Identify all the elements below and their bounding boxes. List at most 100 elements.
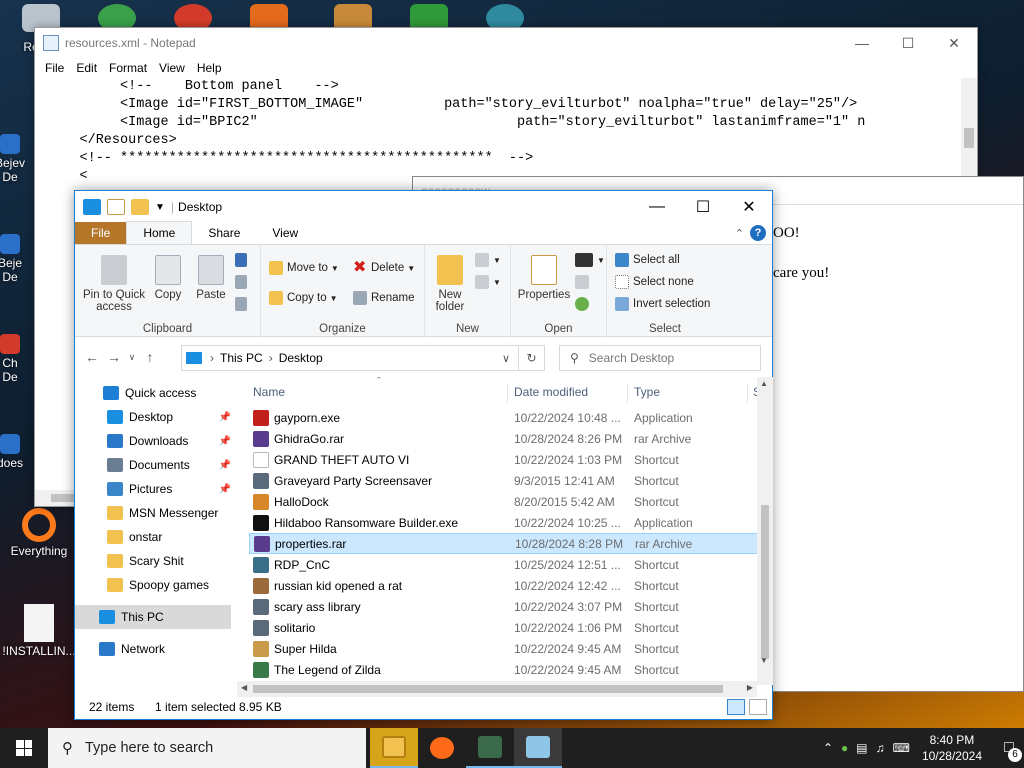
file-row[interactable]: GhidraGo.rar 10/28/2024 8:26 PM rar Archiv…: [249, 428, 759, 449]
new-folder-quick-icon[interactable]: [131, 199, 149, 215]
explorer-titlebar[interactable]: ▼ | Desktop — ☐ ✕: [75, 191, 772, 223]
help-icon[interactable]: ?: [750, 225, 766, 241]
breadcrumb-desktop[interactable]: Desktop: [279, 351, 323, 365]
column-divider[interactable]: [627, 383, 628, 403]
desktop-icon-everything[interactable]: Everything: [2, 508, 76, 558]
search-input[interactable]: ⚲ Search Desktop: [559, 345, 761, 371]
file-row[interactable]: Super Hilda 10/22/2024 9:45 AM Shortcut: [249, 638, 759, 659]
column-divider[interactable]: [747, 383, 748, 403]
nav-item-spoopy-games[interactable]: Spoopy games: [75, 573, 237, 597]
taskbar-search-box[interactable]: ⚲ Type here to search: [48, 728, 366, 768]
scroll-left-icon[interactable]: ◀: [241, 683, 247, 692]
file-row[interactable]: gayporn.exe 10/22/2024 10:48 ... Applicati…: [249, 407, 759, 428]
copy-path-button[interactable]: [235, 275, 251, 289]
nav-item-downloads[interactable]: Downloads 📌: [75, 429, 237, 453]
notification-center-button[interactable]: □ 6: [994, 728, 1024, 768]
tab-file[interactable]: File: [75, 222, 127, 244]
column-header-name[interactable]: Name: [253, 385, 285, 399]
file-row[interactable]: HalloDock 8/20/2015 5:42 AM Shortcut: [249, 491, 759, 512]
menu-format[interactable]: Format: [103, 61, 153, 75]
file-row[interactable]: RDP_CnC 10/25/2024 12:51 ... Shortcut: [249, 554, 759, 575]
paste-button[interactable]: Paste: [193, 255, 229, 301]
pin-to-quick-access-button[interactable]: Pin to Quick access: [81, 255, 147, 313]
taskbar-file-explorer[interactable]: [370, 728, 418, 768]
file-explorer-window[interactable]: ▼ | Desktop — ☐ ✕ File Home Share View ⌃…: [74, 190, 773, 720]
new-folder-button[interactable]: New folder: [433, 255, 467, 313]
taskbar-app[interactable]: [466, 728, 514, 768]
paste-shortcut-button[interactable]: [235, 297, 251, 311]
menu-view[interactable]: View: [153, 61, 191, 75]
nav-item-desktop[interactable]: Desktop 📌: [75, 405, 237, 429]
select-none-button[interactable]: Select none: [615, 275, 694, 289]
pin-icon[interactable]: 📌: [219, 484, 231, 495]
file-row[interactable]: The Legend of Zilda 10/22/2024 9:45 AM Sho…: [249, 659, 759, 680]
pin-icon[interactable]: 📌: [219, 436, 231, 447]
cut-button[interactable]: [235, 253, 251, 267]
delete-button[interactable]: ✖ Delete ▼: [353, 260, 415, 276]
volume-icon[interactable]: ♫: [876, 741, 885, 755]
collapse-ribbon-icon[interactable]: ⌃: [735, 227, 744, 240]
copy-to-button[interactable]: Copy to ▼: [269, 291, 338, 305]
file-row[interactable]: properties.rar 10/28/2024 8:28 PM rar Arch…: [249, 533, 759, 554]
pin-icon[interactable]: 📌: [219, 412, 231, 423]
menu-edit[interactable]: Edit: [70, 61, 103, 75]
address-input[interactable]: › This PC › Desktop ∨: [181, 345, 519, 371]
start-button[interactable]: [0, 728, 48, 768]
back-button[interactable]: ←: [81, 349, 103, 365]
nav-item-scary-shit[interactable]: Scary Shit: [75, 549, 237, 573]
user-icon[interactable]: ●: [841, 741, 848, 755]
close-button[interactable]: ✕: [726, 192, 772, 222]
nav-item-this-pc[interactable]: This PC: [75, 605, 231, 629]
column-divider[interactable]: [507, 383, 508, 403]
new-item-button[interactable]: ▼: [475, 253, 501, 267]
rename-button[interactable]: Rename: [353, 291, 414, 305]
tab-view[interactable]: View: [256, 222, 314, 244]
minimize-button[interactable]: —: [634, 192, 680, 222]
network-icon[interactable]: ▤: [856, 741, 867, 755]
menu-file[interactable]: File: [39, 61, 70, 75]
file-list-vertical-scrollbar[interactable]: ▲ ▼: [757, 377, 773, 685]
scroll-down-icon[interactable]: ▼: [760, 656, 768, 665]
column-header-type[interactable]: Type: [634, 385, 660, 399]
scroll-thumb[interactable]: [253, 685, 723, 693]
file-row[interactable]: Hildaboo Ransomware Builder.exe 10/22/202…: [249, 512, 759, 533]
details-view-icon[interactable]: [727, 699, 745, 715]
nav-item-quick-access[interactable]: Quick access: [75, 381, 237, 405]
nav-item-network[interactable]: Network: [75, 637, 237, 661]
select-all-button[interactable]: Select all: [615, 253, 680, 267]
nav-item-onstar[interactable]: onstar: [75, 525, 237, 549]
notepad-titlebar[interactable]: resources.xml - Notepad — ☐ ✕: [35, 28, 977, 58]
clock[interactable]: 8:40 PM 10/28/2024: [922, 732, 982, 764]
breadcrumb-this-pc[interactable]: This PC: [220, 351, 263, 365]
address-dropdown-icon[interactable]: ∨: [502, 352, 510, 365]
scroll-right-icon[interactable]: ▶: [747, 683, 753, 692]
menu-help[interactable]: Help: [191, 61, 228, 75]
desktop-icon-installing[interactable]: !INSTALLIN...: [2, 604, 76, 658]
file-row[interactable]: Graveyard Party Screensaver 9/3/2015 12:4…: [249, 470, 759, 491]
file-row[interactable]: scary ass library 10/22/2024 3:07 PM Short…: [249, 596, 759, 617]
pin-icon[interactable]: 📌: [219, 460, 231, 471]
taskbar-firefox[interactable]: [418, 728, 466, 768]
history-button[interactable]: [575, 297, 593, 311]
nav-item-pictures[interactable]: Pictures 📌: [75, 477, 237, 501]
scroll-up-icon[interactable]: ▲: [760, 379, 768, 388]
file-row[interactable]: russian kid opened a rat 10/22/2024 12:42…: [249, 575, 759, 596]
file-row[interactable]: solitario 10/22/2024 1:06 PM Shortcut: [249, 617, 759, 638]
tab-share[interactable]: Share: [192, 222, 256, 244]
column-header-date[interactable]: Date modified: [514, 385, 588, 399]
scroll-thumb[interactable]: [761, 505, 769, 659]
nav-item-documents[interactable]: Documents 📌: [75, 453, 237, 477]
refresh-button[interactable]: ↻: [519, 345, 545, 371]
input-indicator-icon[interactable]: ⌨: [893, 741, 910, 755]
close-button[interactable]: ✕: [931, 28, 977, 58]
minimize-button[interactable]: —: [839, 28, 885, 58]
maximize-button[interactable]: ☐: [885, 28, 931, 58]
taskbar-notepad[interactable]: [514, 728, 562, 768]
invert-selection-button[interactable]: Invert selection: [615, 297, 710, 311]
large-icons-view-icon[interactable]: [749, 699, 767, 715]
recent-locations-button[interactable]: ∨: [125, 352, 139, 363]
this-pc-icon[interactable]: [83, 199, 101, 215]
tab-home[interactable]: Home: [126, 221, 193, 244]
show-hidden-icons-icon[interactable]: ⌃: [823, 741, 833, 755]
move-to-button[interactable]: Move to ▼: [269, 261, 339, 275]
